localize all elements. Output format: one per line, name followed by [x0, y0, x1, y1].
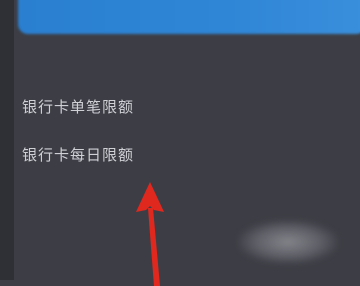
- limit-item-label: 银行卡单笔限额: [22, 98, 135, 116]
- side-strip: [0, 0, 14, 280]
- arrow-shaft: [148, 208, 160, 286]
- blurred-region: [238, 220, 338, 264]
- limit-item-daily[interactable]: 银行卡每日限额: [22, 140, 322, 188]
- top-banner[interactable]: [18, 0, 360, 34]
- limits-list: 银行卡单笔限额 银行卡每日限额: [22, 92, 322, 188]
- arrow-head: [136, 182, 164, 212]
- limit-item-label: 银行卡每日限额: [22, 146, 135, 164]
- limit-item-single-transaction[interactable]: 银行卡单笔限额: [22, 92, 322, 140]
- red-arrow-icon: [136, 182, 164, 286]
